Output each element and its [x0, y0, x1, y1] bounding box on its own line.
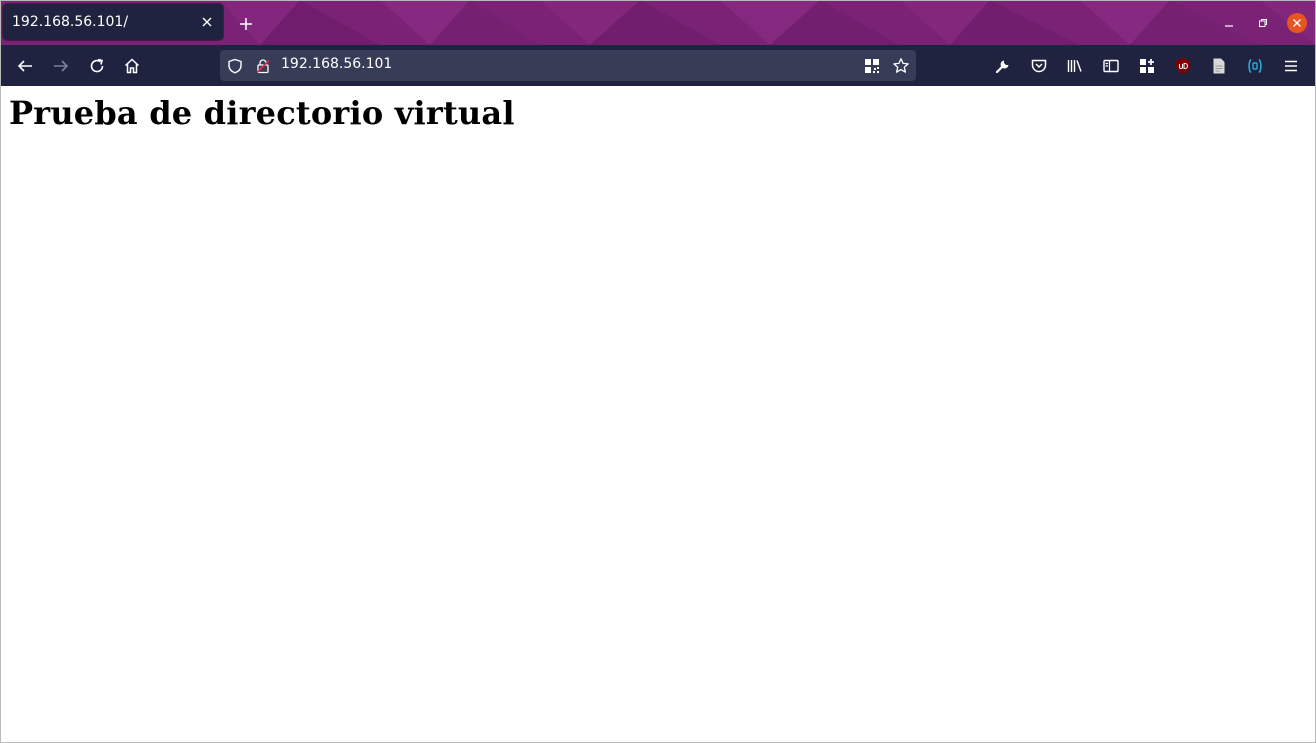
page-heading: Prueba de directorio virtual: [9, 94, 515, 132]
plus-icon: [240, 18, 252, 30]
pocket-icon: [1031, 59, 1047, 73]
back-button[interactable]: [11, 52, 39, 80]
tab-strip: 192.168.56.101/: [0, 0, 1316, 45]
sidebar-button[interactable]: [1097, 52, 1125, 80]
lock-warning-icon[interactable]: [252, 55, 274, 77]
tab-close-icon[interactable]: [197, 12, 217, 32]
main-menu-button[interactable]: [1277, 52, 1305, 80]
wrench-icon: [995, 60, 1009, 74]
forward-button[interactable]: [47, 52, 75, 80]
restore-icon: [1259, 19, 1267, 27]
url-text[interactable]: 192.168.56.101: [281, 56, 392, 72]
tab-title: 192.168.56.101/: [12, 14, 129, 30]
star-icon[interactable]: [890, 55, 912, 77]
restore-button[interactable]: [1252, 12, 1274, 34]
extensions-icon: [1140, 59, 1154, 73]
devtools-button[interactable]: [989, 52, 1017, 80]
ublock-icon: [1176, 58, 1190, 74]
reload-button[interactable]: [83, 52, 111, 80]
shield-icon[interactable]: [224, 55, 246, 77]
active-tab[interactable]: 192.168.56.101/: [3, 4, 223, 40]
hamburger-menu-icon: [1285, 60, 1297, 72]
close-window-button[interactable]: [1286, 12, 1308, 34]
arrow-right-icon: [54, 60, 69, 72]
library-button[interactable]: [1061, 52, 1089, 80]
qr-code-icon[interactable]: [861, 55, 883, 77]
sidebar-icon: [1103, 59, 1119, 73]
home-button[interactable]: [118, 52, 146, 80]
library-icon: [1067, 60, 1082, 72]
pocket-button[interactable]: [1025, 52, 1053, 80]
address-bar[interactable]: 192.168.56.101: [220, 50, 916, 81]
home-icon: [124, 58, 140, 74]
document-extension-button[interactable]: [1205, 52, 1233, 80]
new-tab-button[interactable]: [234, 12, 258, 36]
minimize-icon: [1225, 25, 1233, 27]
extensions-button[interactable]: [1133, 52, 1161, 80]
page-content: Prueba de directorio virtual: [0, 86, 1316, 743]
ublock-button[interactable]: [1169, 52, 1197, 80]
bracket-extension-button[interactable]: [1241, 52, 1269, 80]
close-window-icon: [1287, 13, 1307, 33]
arrow-left-icon: [17, 60, 32, 72]
document-icon: [1213, 58, 1225, 74]
navigation-toolbar: 192.168.56.101: [0, 45, 1316, 87]
minimize-button[interactable]: [1218, 12, 1240, 34]
reload-icon: [90, 58, 104, 73]
bracket-extension-icon: [1248, 58, 1262, 74]
